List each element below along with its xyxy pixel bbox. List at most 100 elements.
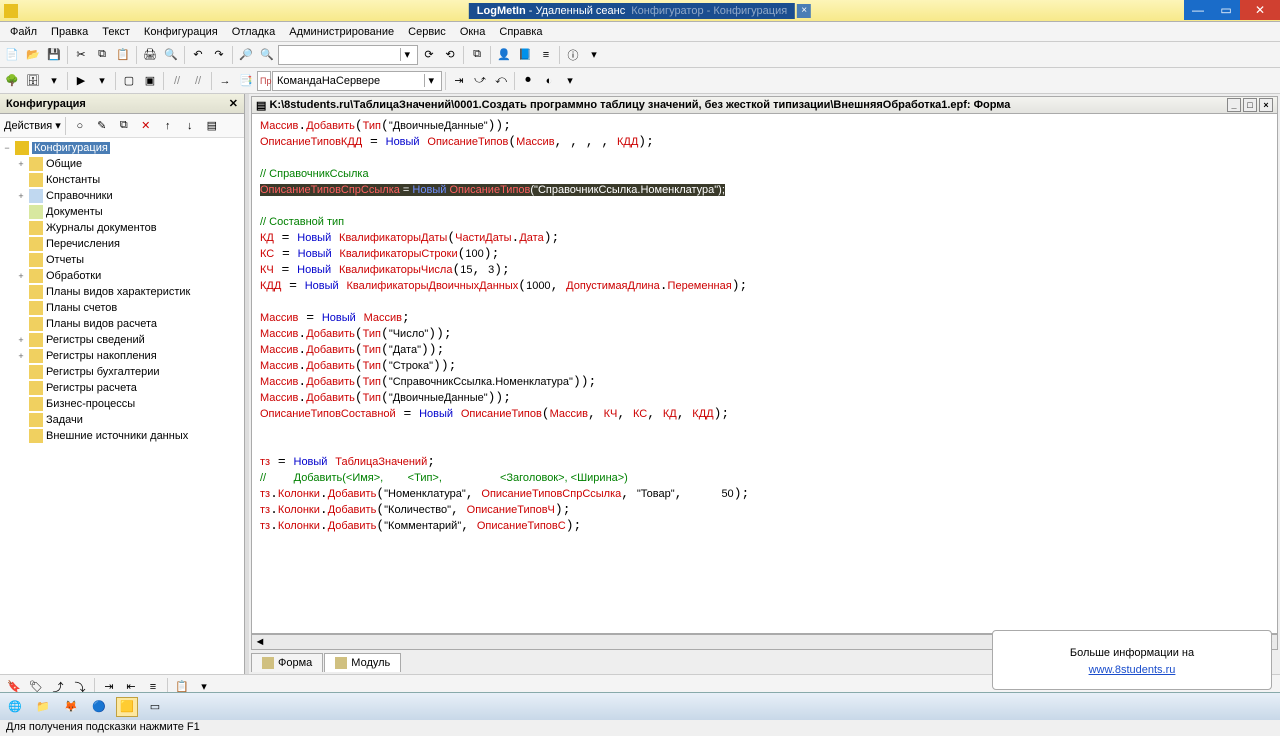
dropdown2-icon[interactable]: ▾ [560, 71, 580, 91]
copy-window-icon[interactable]: ⧉ [467, 45, 487, 65]
doc-minimize-button[interactable]: _ [1227, 98, 1241, 112]
debug-book-icon[interactable]: 📘 [515, 45, 535, 65]
tab-module[interactable]: Модуль [324, 653, 401, 672]
tree-item[interactable]: +Регистры сведений [0, 332, 244, 348]
tree-item[interactable]: +Регистры накопления [0, 348, 244, 364]
menu-debug[interactable]: Отладка [226, 24, 281, 40]
expand-icon[interactable]: + [16, 159, 26, 169]
expand-icon[interactable]: + [16, 351, 26, 361]
tree-item[interactable]: Журналы документов [0, 220, 244, 236]
expand-icon[interactable]: + [16, 191, 26, 201]
step-out-icon[interactable]: ⤺ [491, 71, 511, 91]
goto-icon[interactable]: → [215, 71, 235, 91]
redo-icon[interactable]: ↷ [209, 45, 229, 65]
breakpoint-toggle-icon[interactable]: ◐ [539, 71, 559, 91]
tab-form[interactable]: Форма [251, 653, 323, 672]
dropdown-icon[interactable]: ▾ [584, 45, 604, 65]
chrome-icon[interactable]: 🔵 [88, 697, 110, 717]
box2-icon[interactable]: ▣ [140, 71, 160, 91]
find-next-icon[interactable]: ⟳ [419, 45, 439, 65]
delete-icon[interactable]: ✕ [136, 116, 156, 136]
debug-list-icon[interactable]: ≡ [536, 45, 556, 65]
expand-icon[interactable]: + [16, 335, 26, 345]
debug-user-icon[interactable]: 👤 [494, 45, 514, 65]
tree-item[interactable]: Бизнес-процессы [0, 396, 244, 412]
menu-configuration[interactable]: Конфигурация [138, 24, 224, 40]
expand-icon[interactable]: + [16, 271, 26, 281]
app2-icon[interactable]: ▭ [144, 697, 166, 717]
menu-text[interactable]: Текст [96, 24, 136, 40]
bookmark-icon[interactable]: 📑 [236, 71, 256, 91]
step-over-icon[interactable]: ⤻ [470, 71, 490, 91]
menu-edit[interactable]: Правка [45, 24, 94, 40]
proc-kind-combo[interactable]: Пр [257, 71, 271, 91]
print-preview-icon[interactable]: 🔍 [161, 45, 181, 65]
cut-icon[interactable]: ✂ [71, 45, 91, 65]
window-close-button[interactable]: ✕ [1240, 0, 1280, 20]
uncomment-icon[interactable]: // [188, 71, 208, 91]
doc-close-button[interactable]: × [1259, 98, 1273, 112]
tree-item[interactable]: Отчеты [0, 252, 244, 268]
window-maximize-button[interactable]: ▭ [1212, 0, 1240, 20]
tree-item[interactable]: Планы видов характеристик [0, 284, 244, 300]
config-tree[interactable]: −Конфигурация+ОбщиеКонстанты+Справочники… [0, 138, 244, 674]
up-icon[interactable]: ↑ [158, 116, 178, 136]
sort-icon[interactable]: ▤ [202, 116, 222, 136]
down-icon[interactable]: ↓ [180, 116, 200, 136]
code-editor[interactable]: Массив.Добавить(Тип("ДвоичныеДанные")); … [251, 114, 1278, 634]
tree-item[interactable]: Константы [0, 172, 244, 188]
copy-icon[interactable]: ⧉ [92, 45, 112, 65]
copy2-icon[interactable]: ⧉ [114, 116, 134, 136]
menu-file[interactable]: Файл [4, 24, 43, 40]
doc-maximize-button[interactable]: □ [1243, 98, 1257, 112]
tree-item[interactable]: Планы видов расчета [0, 316, 244, 332]
tree-item[interactable]: −Конфигурация [0, 140, 244, 156]
actions-dropdown[interactable]: Действия ▾ [4, 119, 61, 132]
find-prev-icon[interactable]: ⟲ [440, 45, 460, 65]
tree-item[interactable]: +Общие [0, 156, 244, 172]
explorer-icon[interactable]: 📁 [32, 697, 54, 717]
menu-help[interactable]: Справка [493, 24, 548, 40]
info-link[interactable]: www.8students.ru [1089, 664, 1176, 676]
tree-item[interactable]: Задачи [0, 412, 244, 428]
tree-item[interactable]: Регистры расчета [0, 380, 244, 396]
breakpoint-icon[interactable]: ⏺ [518, 71, 538, 91]
ie-icon[interactable]: 🌐 [4, 697, 26, 717]
menu-service[interactable]: Сервис [402, 24, 452, 40]
box-icon[interactable]: ▢ [119, 71, 139, 91]
db-icon[interactable]: 🗄 [23, 71, 43, 91]
comment-icon[interactable]: // [167, 71, 187, 91]
db-arrow-icon[interactable]: ▾ [44, 71, 64, 91]
menu-windows[interactable]: Окна [454, 24, 492, 40]
undo-icon[interactable]: ↶ [188, 45, 208, 65]
tree-item[interactable]: +Справочники [0, 188, 244, 204]
info-icon[interactable]: ⓘ [563, 45, 583, 65]
open-file-icon[interactable]: 📂 [23, 45, 43, 65]
procedure-combo[interactable]: КомандаНаСервере▾ [272, 71, 442, 91]
paste-icon[interactable]: 📋 [113, 45, 133, 65]
add-icon[interactable]: ○ [70, 116, 90, 136]
expand-icon[interactable]: − [2, 143, 12, 153]
tree-item[interactable]: Регистры бухгалтерии [0, 364, 244, 380]
config-panel-close-icon[interactable]: ✕ [229, 97, 238, 110]
run-icon[interactable]: ▶ [71, 71, 91, 91]
tree-item[interactable]: Перечисления [0, 236, 244, 252]
tree-item[interactable]: +Обработки [0, 268, 244, 284]
run-dropdown-icon[interactable]: ▾ [92, 71, 112, 91]
tree-icon[interactable]: 🌳 [2, 71, 22, 91]
window-minimize-button[interactable]: — [1184, 0, 1212, 20]
step-into-icon[interactable]: ⇥ [449, 71, 469, 91]
new-file-icon[interactable]: 📄 [2, 45, 22, 65]
firefox-icon[interactable]: 🦊 [60, 697, 82, 717]
banner-close-icon[interactable]: × [797, 4, 811, 18]
search-combo[interactable]: ▾ [278, 45, 418, 65]
menu-administration[interactable]: Администрирование [283, 24, 400, 40]
tree-item[interactable]: Внешние источники данных [0, 428, 244, 444]
tree-item[interactable]: Планы счетов [0, 300, 244, 316]
save-icon[interactable]: 💾 [44, 45, 64, 65]
zoom-icon[interactable]: 🔍 [257, 45, 277, 65]
find-icon[interactable]: 🔎 [236, 45, 256, 65]
tree-item[interactable]: Документы [0, 204, 244, 220]
edit-icon[interactable]: ✎ [92, 116, 112, 136]
print-icon[interactable]: 🖨 [140, 45, 160, 65]
